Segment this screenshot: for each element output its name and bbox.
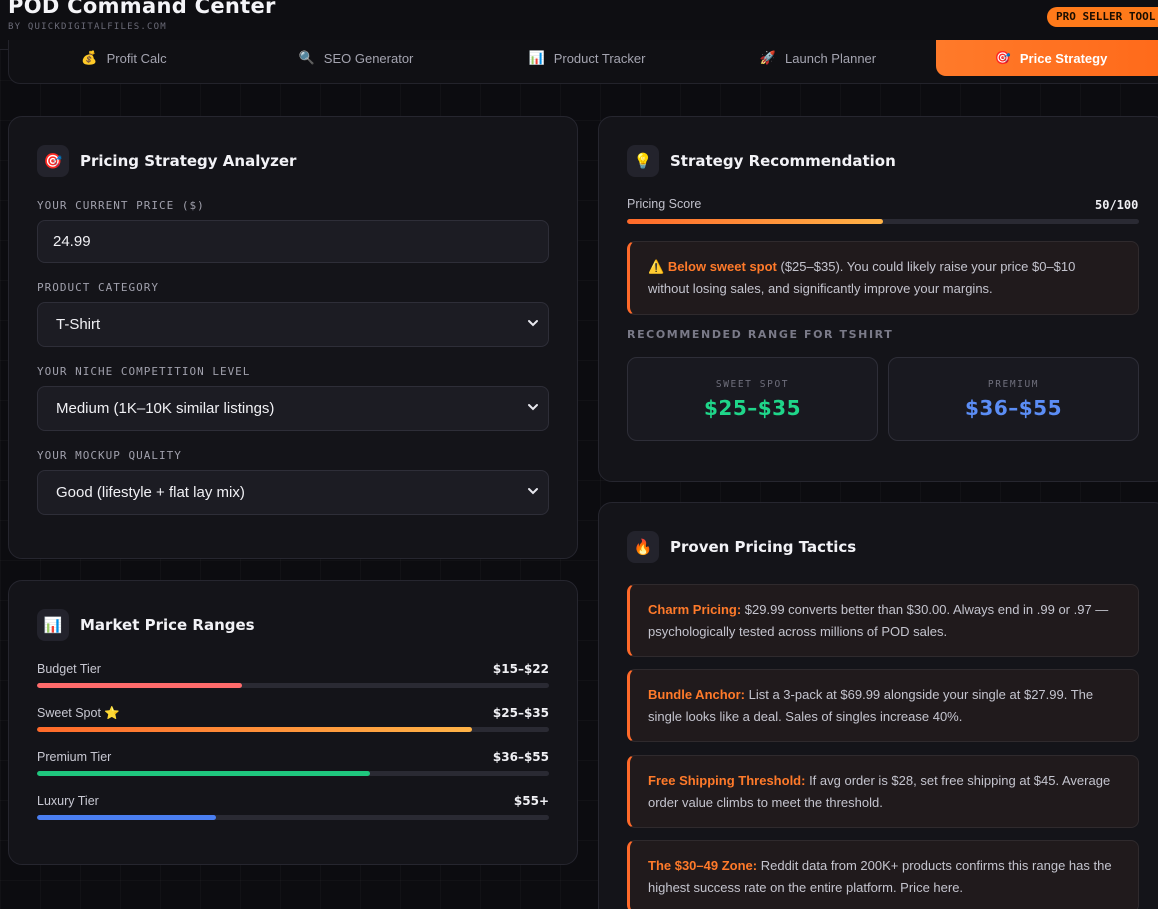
recommended-range-heading: RECOMMENDED RANGE FOR TSHIRT: [627, 328, 894, 341]
target-icon: 🎯: [994, 50, 1011, 65]
card-header: 📊 Market Price Ranges: [37, 609, 255, 641]
mockup-quality-label: YOUR MOCKUP QUALITY: [37, 449, 182, 462]
tactic-name: Bundle Anchor:: [648, 687, 746, 702]
tier-track: [37, 815, 549, 820]
magnifier-icon: 🔍: [298, 50, 315, 65]
sweet-spot-box: SWEET SPOT $25–$35: [627, 357, 878, 441]
app-title: POD Command Center: [8, 0, 276, 18]
tactic-name: The $30–49 Zone:: [648, 858, 758, 873]
premium-box: PREMIUM $36–$55: [888, 357, 1139, 441]
tab-seo-generator[interactable]: 🔍 SEO Generator: [241, 40, 471, 76]
premium-value: $36–$55: [965, 396, 1062, 420]
tier-value: $55+: [513, 794, 549, 808]
competition-level-select[interactable]: Medium (1K–10K similar listings): [37, 386, 549, 431]
app-subtitle: BY QUICKDIGITALFILES.COM: [8, 22, 167, 32]
pricing-tactics-card: 🔥 Proven Pricing Tactics Charm Pricing: …: [598, 502, 1158, 909]
market-ranges-card: 📊 Market Price Ranges Budget Tier $15–$2…: [8, 580, 578, 865]
tab-label: Price Strategy: [1019, 50, 1108, 66]
mockup-quality-select[interactable]: Good (lifestyle + flat lay mix): [37, 470, 549, 515]
rocket-icon: 🚀: [759, 50, 777, 65]
card-title: Strategy Recommendation: [670, 152, 896, 170]
tier-label: Premium Tier: [37, 750, 112, 764]
competition-level-label: YOUR NICHE COMPETITION LEVEL: [37, 365, 251, 378]
card-header: 🎯 Pricing Strategy Analyzer: [37, 145, 296, 177]
select-value: Medium (1K–10K similar listings): [56, 400, 275, 417]
pricing-score-track: [627, 219, 1139, 224]
tier-label: Luxury Tier: [37, 794, 99, 808]
pricing-score-label: Pricing Score: [627, 197, 702, 211]
tab-label: SEO Generator: [323, 50, 414, 66]
tier-value: $36–$55: [492, 750, 549, 764]
card-title: Pricing Strategy Analyzer: [80, 152, 297, 170]
tactic-name: Charm Pricing:: [648, 602, 742, 617]
tier-track: [37, 683, 549, 688]
chevron-down-icon: [528, 488, 538, 495]
bar-chart-icon: 📊: [37, 609, 69, 641]
money-bag-icon: 💰: [81, 50, 98, 65]
tactic-free-shipping: Free Shipping Threshold: If avg order is…: [627, 755, 1139, 828]
sweet-spot-label: SWEET SPOT: [715, 379, 790, 390]
tier-track: [37, 727, 549, 732]
tier-fill: [37, 727, 473, 732]
tactic-30-49-zone: The $30–49 Zone: Reddit data from 200K+ …: [627, 840, 1139, 909]
tier-fill: [37, 771, 370, 776]
tab-launch-planner[interactable]: 🚀 Launch Planner: [703, 40, 933, 76]
bar-chart-icon: 📊: [528, 50, 545, 65]
tab-label: Product Tracker: [553, 50, 646, 66]
sweet-spot-value: $25–$35: [704, 396, 801, 420]
tactic-bundle-anchor: Bundle Anchor: List a 3-pack at $69.99 a…: [627, 669, 1139, 742]
tier-fill: [37, 683, 242, 688]
tactic-charm-pricing: Charm Pricing: $29.99 converts better th…: [627, 584, 1139, 657]
select-value: T-Shirt: [56, 316, 101, 333]
pricing-analyzer-card: 🎯 Pricing Strategy Analyzer YOUR CURRENT…: [8, 116, 578, 559]
product-category-label: PRODUCT CATEGORY: [37, 281, 159, 294]
tab-product-tracker[interactable]: 📊 Product Tracker: [472, 40, 702, 76]
lightbulb-icon: 💡: [627, 145, 659, 177]
current-price-input[interactable]: [37, 220, 549, 263]
pricing-score-fill: [627, 219, 883, 224]
tab-profit-calc[interactable]: 💰 Profit Calc: [9, 40, 239, 76]
chevron-down-icon: [528, 320, 538, 327]
chevron-down-icon: [528, 404, 538, 411]
select-value: Good (lifestyle + flat lay mix): [56, 484, 245, 501]
target-icon: 🎯: [37, 145, 69, 177]
tactic-name: Free Shipping Threshold:: [648, 773, 806, 788]
tier-label: Budget Tier: [37, 662, 101, 676]
tab-label: Profit Calc: [106, 50, 167, 66]
alert-highlight: Below sweet spot: [667, 259, 777, 274]
card-title: Proven Pricing Tactics: [670, 538, 857, 556]
tab-bar: 💰 Profit Calc 🔍 SEO Generator 📊 Product …: [8, 40, 1158, 84]
pro-seller-badge: PRO SELLER TOOL: [1047, 7, 1158, 27]
tab-label: Launch Planner: [785, 50, 877, 66]
tier-fill: [37, 815, 217, 820]
tier-track: [37, 771, 549, 776]
tier-label: Sweet Spot ⭐: [37, 706, 120, 720]
card-header: 🔥 Proven Pricing Tactics: [627, 531, 856, 563]
tier-value: $25–$35: [492, 706, 549, 720]
fire-icon: 🔥: [627, 531, 659, 563]
tab-price-strategy[interactable]: 🎯 Price Strategy: [936, 40, 1158, 76]
product-category-select[interactable]: T-Shirt: [37, 302, 549, 347]
warning-icon: ⚠️: [648, 259, 665, 274]
card-header: 💡 Strategy Recommendation: [627, 145, 896, 177]
strategy-recommendation-card: 💡 Strategy Recommendation Pricing Score …: [598, 116, 1158, 482]
current-price-label: YOUR CURRENT PRICE ($): [37, 199, 205, 212]
tier-value: $15–$22: [492, 662, 549, 676]
pricing-score-value: 50/100: [1095, 198, 1139, 212]
sweet-spot-alert: ⚠️ Below sweet spot ($25–$35). You could…: [627, 241, 1139, 315]
premium-label: PREMIUM: [987, 379, 1040, 390]
card-title: Market Price Ranges: [80, 616, 255, 634]
